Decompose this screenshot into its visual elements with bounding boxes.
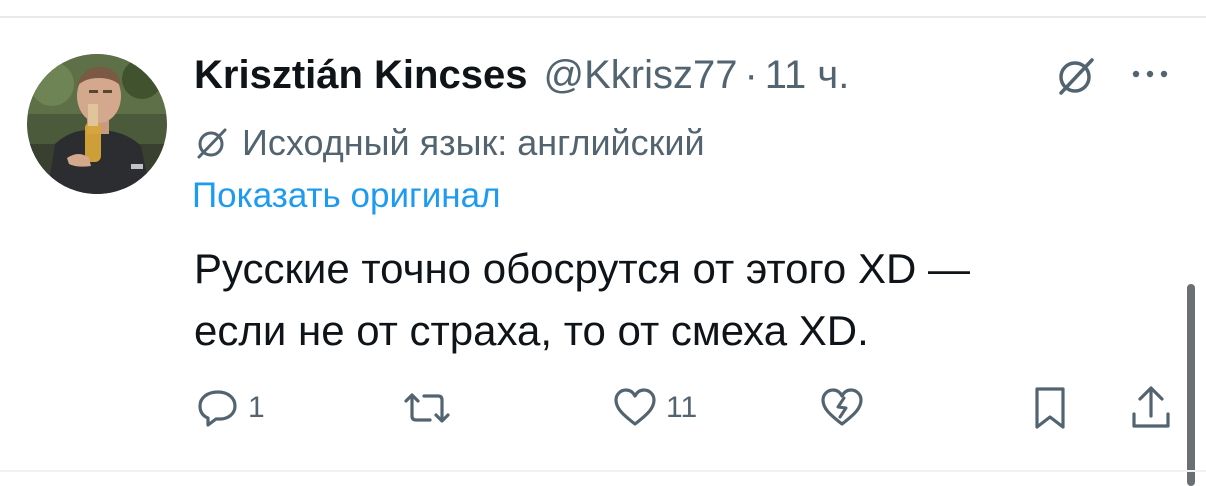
reply-icon [198,390,237,427]
like-button[interactable]: 11 [612,380,697,436]
author-handle[interactable]: @Kkrisz77 [543,53,737,98]
reply-button[interactable]: 1 [196,380,265,436]
more-icon [1132,70,1168,78]
show-original-link[interactable]: Показать оригинал [192,176,501,216]
heart-icon [614,388,656,426]
retweet-icon [404,393,450,423]
grok-icon [197,128,227,159]
more-options-button[interactable] [1126,56,1174,92]
grok-button[interactable] [1050,52,1102,100]
tweet-screen: Krisztián Kincses @Kkrisz77 · 11 ч. Исхо… [0,0,1206,486]
avatar[interactable] [27,54,167,194]
like-count: 11 [666,391,698,424]
broken-heart-icon [821,388,863,426]
share-button[interactable] [1128,380,1174,436]
author-display-name[interactable]: Krisztián Kincses [194,53,527,98]
bottom-divider [0,470,1206,472]
tweet-text: Русские точно обосрутся от этого XD — ес… [194,238,1154,362]
bookmark-button[interactable] [1032,380,1068,436]
avatar-image [27,54,167,194]
scrollbar-thumb[interactable] [1187,284,1195,486]
retweet-button[interactable] [398,380,464,436]
top-divider [0,16,1206,18]
tweet-timestamp[interactable]: 11 ч. [765,53,850,98]
translation-notice: Исходный язык: английский [194,120,705,166]
tweet-text-line: Русские точно обосрутся от этого XD — [194,245,970,292]
translation-source-label: Исходный язык: английский [242,122,705,163]
bookmark-icon [1035,387,1065,429]
tweet-header: Krisztián Kincses @Kkrisz77 · 11 ч. [194,50,849,100]
grok-icon [1059,58,1094,95]
separator-dot: · [744,52,758,97]
share-icon [1132,386,1170,428]
dislike-button[interactable] [818,380,866,436]
reply-count: 1 [248,391,265,424]
tweet-text-line: если не от страха, то от смеха XD. [194,307,869,354]
